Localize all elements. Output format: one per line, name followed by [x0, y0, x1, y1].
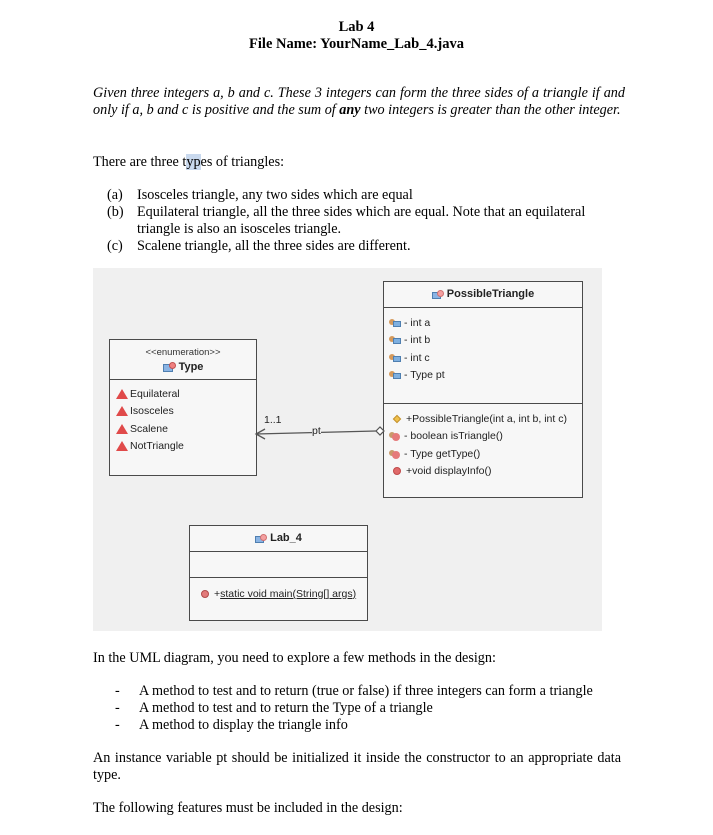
types-intro-text-1: There are three t — [93, 154, 187, 170]
types-intro-text-2: es of triangles: — [200, 154, 285, 170]
instance-note: An instance variable pt should be initia… — [93, 750, 621, 783]
list-item-label: (a) — [107, 187, 123, 203]
triangle-types-list: (a) Isosceles triangle, any two sides whi… — [107, 187, 607, 255]
list-item: - A method to display the triangle info — [115, 717, 615, 734]
list-item: - A method to test and to return (true or… — [115, 683, 615, 700]
association-multiplicity: 1..1 — [264, 414, 282, 426]
uml-diagram: <<enumeration>> Type Equilateral Isoscel… — [93, 268, 602, 631]
list-item-label: (c) — [107, 238, 123, 254]
intro-paragraph: Given three integers a, b and c. These 3… — [93, 85, 625, 119]
list-item-text: Isosceles triangle, any two sides which … — [137, 187, 413, 203]
association-connector[interactable] — [93, 268, 602, 631]
methods-intro: In the UML diagram, you need to explore … — [93, 650, 496, 666]
doc-filename: File Name: YourName_Lab_4.java — [249, 36, 464, 52]
features-intro: The following features must be included … — [93, 800, 403, 816]
types-intro: There are three types of triangles: — [93, 154, 623, 171]
list-item-text: A method to test and to return (true or … — [139, 683, 593, 699]
list-item-text: A method to test and to return the Type … — [139, 700, 433, 716]
list-item-text: Scalene triangle, all the three sides ar… — [137, 238, 411, 254]
aggregation-diamond — [375, 426, 385, 436]
doc-title: Lab 4 — [338, 19, 375, 35]
list-item: (a) Isosceles triangle, any two sides whi… — [107, 187, 607, 204]
text-selection-highlight: yp — [186, 154, 201, 170]
intro-text-2: two integers is greater than the other i… — [360, 102, 621, 118]
list-item-text: A method to display the triangle info — [139, 717, 348, 733]
list-item-text: Equilateral triangle, all the three side… — [137, 204, 586, 237]
list-item: (b) Equilateral triangle, all the three s… — [107, 204, 607, 238]
intro-emphasis: any — [339, 102, 361, 118]
bullet-dash: - — [115, 717, 120, 733]
list-item-label: (b) — [107, 204, 124, 220]
association-role: pt — [312, 425, 321, 437]
bullet-dash: - — [115, 700, 120, 716]
list-item: - A method to test and to return the Type… — [115, 700, 615, 717]
methods-list: - A method to test and to return (true or… — [115, 683, 615, 734]
bullet-dash: - — [115, 683, 120, 699]
list-item: (c) Scalene triangle, all the three sides… — [107, 238, 607, 255]
